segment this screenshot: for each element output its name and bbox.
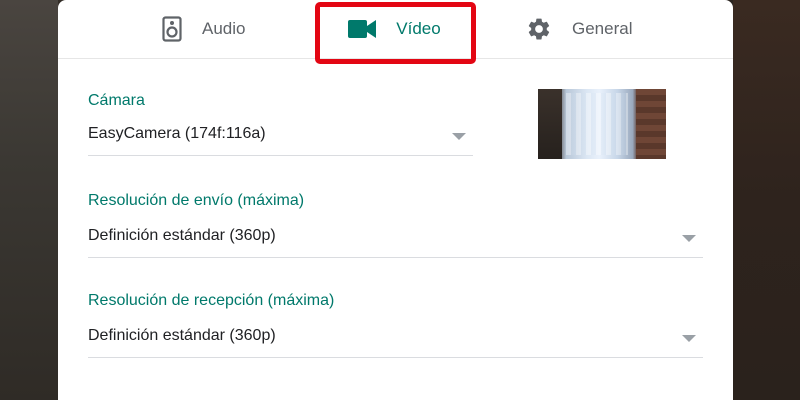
camera-preview <box>538 89 666 159</box>
receive-resolution-select[interactable]: Definición estándar (360p) <box>88 321 703 358</box>
preview-wall-left <box>538 89 562 159</box>
background-left-blur <box>0 0 58 400</box>
send-resolution-value: Definición estándar (360p) <box>88 227 276 244</box>
highlight-annotation <box>315 2 476 64</box>
chevron-down-icon <box>682 335 696 342</box>
camera-label: Cámara <box>88 92 145 109</box>
speaker-icon <box>162 16 182 42</box>
receive-resolution-value: Definición estándar (360p) <box>88 327 276 344</box>
receive-resolution-label: Resolución de recepción (máxima) <box>88 292 335 309</box>
tab-audio-label: Audio <box>202 19 246 38</box>
tab-general-label: General <box>572 19 633 38</box>
camera-select-value: EasyCamera (174f:116a) <box>88 125 266 142</box>
tab-general[interactable]: General <box>526 0 632 58</box>
send-resolution-select[interactable]: Definición estándar (360p) <box>88 221 703 258</box>
chevron-down-icon <box>682 235 696 242</box>
chevron-down-icon <box>452 133 466 140</box>
send-resolution-label: Resolución de envío (máxima) <box>88 192 305 209</box>
settings-dialog: Audio Vídeo General Cámara EasyCamera (1… <box>58 0 733 400</box>
preview-wall-right <box>636 89 666 159</box>
camera-select[interactable]: EasyCamera (174f:116a) <box>88 119 473 156</box>
tab-audio[interactable]: Audio <box>162 0 245 58</box>
background-right-blur <box>733 0 800 400</box>
gear-icon <box>526 16 552 42</box>
settings-tab-bar: Audio Vídeo General <box>58 0 733 64</box>
preview-window-curtain <box>566 93 628 155</box>
